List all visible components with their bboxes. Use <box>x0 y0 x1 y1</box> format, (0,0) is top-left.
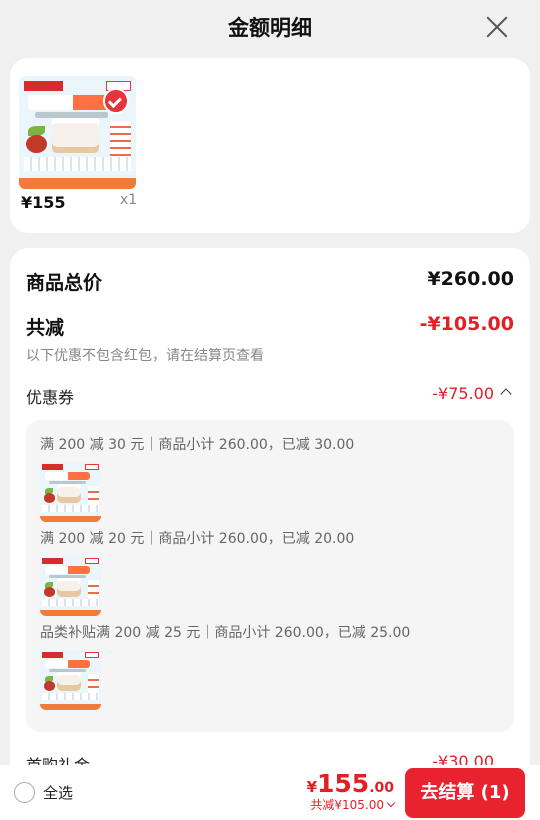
amount-detail-card: 商品总价 ¥260.00 共减 -¥105.00 以下优惠不包含红包，请在结算页… <box>10 248 530 808</box>
checkout-button[interactable]: 去结算 (1) <box>405 768 525 818</box>
currency-symbol: ¥ <box>306 778 317 796</box>
reduce-row: 共减 -¥105.00 <box>26 313 514 343</box>
price-decimal: .00 <box>369 780 394 796</box>
select-all-label: 全选 <box>43 784 74 802</box>
total-reduce-text: 共减¥105.00 <box>310 798 384 812</box>
check-badge-icon <box>103 88 129 115</box>
coupon-value: -¥75.00 <box>432 384 494 403</box>
coupon-item-product-image <box>40 556 101 616</box>
coupon-item-text: 满 200 减 20 元｜商品小计 260.00，已减 20.00 <box>40 531 355 547</box>
product-quantity: x1 <box>120 192 138 208</box>
coupon-item-product-image <box>40 650 101 710</box>
total-price: ¥155.00 <box>307 769 394 798</box>
total-value: ¥260.00 <box>427 268 514 290</box>
discount-note: 以下优惠不包含红包，请在结算页查看 <box>26 348 264 364</box>
close-icon[interactable] <box>484 14 510 40</box>
reduce-value: -¥105.00 <box>419 313 514 335</box>
total-reduce-toggle[interactable]: 共减¥105.00 <box>307 796 396 813</box>
coupon-item-text: 品类补贴满 200 减 25 元｜商品小计 260.00，已减 25.00 <box>40 625 411 641</box>
chevron-down-icon <box>386 798 396 808</box>
header: 金额明细 <box>0 0 540 56</box>
bottom-bar: 全选 ¥155.00 共减¥105.00 去结算 (1) <box>0 765 540 820</box>
radio-icon[interactable] <box>14 782 35 803</box>
page-title: 金额明细 <box>228 16 312 40</box>
product-image[interactable] <box>19 76 136 189</box>
total-row: 商品总价 ¥260.00 <box>26 268 514 298</box>
product-price: ¥155 <box>21 193 66 212</box>
total-summary: ¥155.00 共减¥105.00 <box>307 769 396 813</box>
coupon-list: 满 200 减 30 元｜商品小计 260.00，已减 30.00 满 200 … <box>26 420 514 732</box>
reduce-label: 共减 <box>26 317 65 339</box>
coupon-item-text: 满 200 减 30 元｜商品小计 260.00，已减 30.00 <box>40 437 355 453</box>
chevron-up-icon[interactable] <box>500 388 512 400</box>
coupon-item-product-image <box>40 462 101 522</box>
product-card: ¥155 x1 <box>10 58 530 233</box>
coupon-row[interactable]: 优惠券 -¥75.00 <box>26 384 514 410</box>
price-integer: 155 <box>317 769 370 798</box>
coupon-label: 优惠券 <box>26 388 75 407</box>
total-label: 商品总价 <box>26 272 103 294</box>
